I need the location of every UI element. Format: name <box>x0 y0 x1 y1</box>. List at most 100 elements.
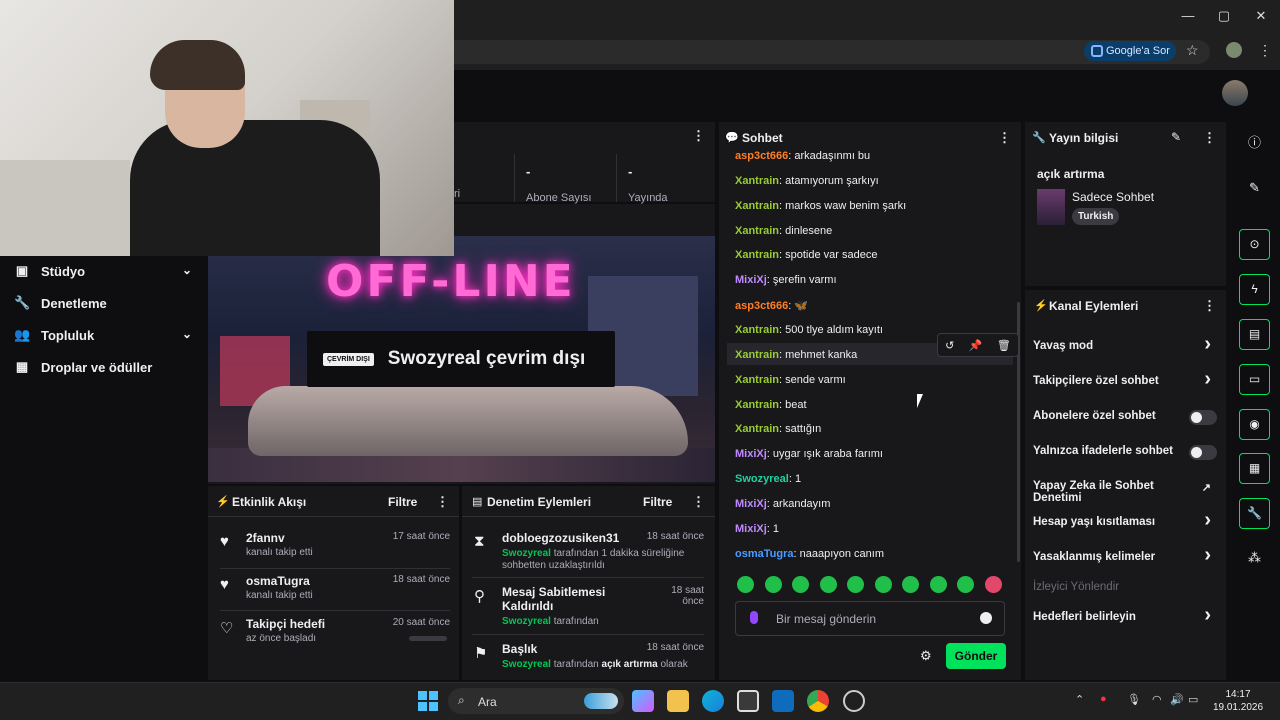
chat-message[interactable]: MixiXj: arkandayım <box>735 498 830 510</box>
chat-message[interactable]: Xantrain: markos waw benim şarkı <box>735 200 906 212</box>
microphone-icon[interactable] <box>750 611 758 624</box>
taskbar-search[interactable]: ⌕ Ara <box>448 688 624 714</box>
lightning-icon[interactable]: ϟ <box>1239 274 1270 305</box>
chat-message[interactable]: osmaTugra: naaapıyon canım <box>735 548 884 560</box>
channel-action-row[interactable]: Yapay Zeka ile Sohbet Denetimi ↗ <box>1033 475 1219 504</box>
activity-menu-icon[interactable]: ⋮ <box>436 494 449 510</box>
clock[interactable]: 14:17 19.01.2026 <box>1210 688 1266 714</box>
channel-action-row[interactable]: Hesap yaşı kısıtlaması › <box>1033 509 1219 535</box>
emote-icon[interactable] <box>847 576 864 593</box>
activity-item[interactable]: ♥ 2fannv kanalı takip etti 17 saat önce <box>220 531 450 565</box>
mod-menu-icon[interactable]: ⋮ <box>692 494 705 510</box>
chat-username[interactable]: MixiXj <box>735 448 767 460</box>
maximize-button[interactable]: ▢ <box>1212 6 1236 26</box>
emote-icon[interactable] <box>819 576 837 593</box>
mod-action-item[interactable]: ⚑ Başlık 18 saat önce Swozyreal tarafınd… <box>472 642 704 674</box>
chat-message[interactable]: Xantrain: spotide var sadece <box>735 249 877 261</box>
chat-icon[interactable]: ▭ <box>1239 364 1270 395</box>
nav-item-community[interactable]: 👥 Topluluk ⌄ <box>14 323 194 347</box>
file-explorer-icon[interactable] <box>667 690 689 712</box>
emote-icon[interactable] <box>792 576 809 593</box>
layout-icon[interactable]: ▦ <box>1239 453 1270 484</box>
chat-username[interactable]: asp3ct666 <box>735 300 788 312</box>
tray-app-icon[interactable]: ● <box>1100 693 1107 705</box>
emote-icon[interactable] <box>764 576 782 593</box>
emote-picker-icon[interactable] <box>980 612 992 624</box>
tag-chip[interactable]: Turkish <box>1072 208 1120 225</box>
emote-icon[interactable] <box>929 576 947 593</box>
stats-menu-icon[interactable]: ⋮ <box>692 128 705 144</box>
chat-message[interactable]: Swozyreal: 1 <box>735 473 801 485</box>
clip-icon[interactable]: ⊙ <box>1239 229 1270 260</box>
broadcast-icon[interactable]: ◉ <box>1239 409 1270 440</box>
channel-action-row[interactable]: İzleyici Yönlendir <box>1033 576 1219 600</box>
minimize-button[interactable]: — <box>1176 6 1200 26</box>
nav-item-studio[interactable]: ▣ Stüdyo ⌄ <box>14 259 194 283</box>
chat-message[interactable]: Xantrain: atamıyorum şarkıyı <box>735 175 879 187</box>
nav-item-moderation[interactable]: 🔧 Denetleme <box>14 291 194 315</box>
activity-item[interactable]: ♥ osmaTugra kanalı takip etti 18 saat ön… <box>220 574 450 608</box>
chat-username[interactable]: Xantrain <box>735 175 779 187</box>
emote-icon[interactable] <box>737 576 754 593</box>
chat-message[interactable]: Xantrain: sende varmı <box>735 374 846 386</box>
category-name[interactable]: Sadece Sohbet <box>1072 190 1154 204</box>
channel-action-row[interactable]: Abonelere özel sohbet <box>1033 405 1219 429</box>
chat-message[interactable]: MixiXj: uygar ışık araba farımı <box>735 448 883 460</box>
mod-filter-button[interactable]: Filtre <box>643 495 672 509</box>
chat-message[interactable]: Xantrain: mehmet kanka <box>735 349 857 361</box>
nav-item-drops[interactable]: ▦ Droplar ve ödüller <box>14 355 194 379</box>
chat-message[interactable]: Xantrain: dinlesene <box>735 225 832 237</box>
edit-icon[interactable]: ✎ <box>1171 130 1181 144</box>
star-icon[interactable]: ☆ <box>1186 42 1199 59</box>
emote-icon[interactable] <box>957 576 974 593</box>
mod-action-item[interactable]: ⚲ Mesaj Sabitlemesi Kaldırıldı 18 saat ö… <box>472 585 704 627</box>
outlook-icon[interactable] <box>772 690 794 712</box>
channel-action-row[interactable]: Yalnızca ifadelerle sohbet <box>1033 440 1219 464</box>
obs-icon[interactable] <box>843 690 865 712</box>
chat-message[interactable]: Xantrain: beat <box>735 399 807 411</box>
activity-filter-button[interactable]: Filtre <box>388 495 417 509</box>
chat-message[interactable]: MixiXj: şerefin varmı <box>735 274 837 286</box>
wrench-icon[interactable]: 🔧 <box>1239 498 1270 529</box>
chat-message[interactable]: MixiXj: 1 <box>735 523 779 535</box>
chat-username[interactable]: Xantrain <box>735 423 779 435</box>
windows-start-icon[interactable] <box>418 691 438 711</box>
copilot-icon[interactable] <box>632 690 654 712</box>
store-icon[interactable] <box>737 690 759 712</box>
toggle-switch[interactable] <box>1189 410 1217 425</box>
chat-username[interactable]: MixiXj <box>735 274 767 286</box>
chat-username[interactable]: Xantrain <box>735 225 779 237</box>
microphone-tray-icon[interactable]: 🎙 <box>1127 693 1141 706</box>
chat-username[interactable]: MixiXj <box>735 523 767 535</box>
channel-action-row[interactable]: Yavaş mod › <box>1033 333 1219 359</box>
profile-avatar[interactable] <box>1226 42 1242 58</box>
emote-icon[interactable] <box>984 576 1002 593</box>
chat-username[interactable]: Xantrain <box>735 324 779 336</box>
activity-item[interactable]: ♡ Takipçi hedefi az önce başladı 20 saat… <box>220 617 450 651</box>
chrome-icon[interactable] <box>807 690 829 712</box>
chat-message[interactable]: asp3ct666: arkadaşınmı bu <box>735 150 870 162</box>
undo-icon[interactable]: ↺ <box>945 339 954 352</box>
send-button[interactable]: Gönder <box>946 643 1006 669</box>
chat-menu-icon[interactable]: ⋮ <box>998 130 1011 146</box>
tray-chevron-icon[interactable]: ⌃ <box>1075 693 1084 706</box>
battery-icon[interactable]: ▭ <box>1188 693 1198 706</box>
close-button[interactable]: ✕ <box>1249 6 1273 26</box>
notes-icon[interactable]: ▤ <box>1239 319 1270 350</box>
info-icon[interactable]: ⓘ <box>1239 127 1270 158</box>
chat-username[interactable]: osmaTugra <box>735 548 793 560</box>
chat-username[interactable]: Xantrain <box>735 349 779 361</box>
chat-username[interactable]: Xantrain <box>735 374 779 386</box>
chat-username[interactable]: MixiXj <box>735 498 767 510</box>
emote-icon[interactable] <box>902 576 919 593</box>
pin-icon[interactable]: 📌 <box>969 339 983 352</box>
delete-icon[interactable]: 🗑 <box>997 339 1011 352</box>
chat-input[interactable] <box>776 610 976 628</box>
emote-icon[interactable] <box>874 576 892 593</box>
google-ask-button[interactable]: Google'a Sor <box>1084 41 1176 61</box>
chat-username[interactable]: asp3ct666 <box>735 150 788 162</box>
edit-icon[interactable]: ✎ <box>1239 172 1270 203</box>
mod-action-item[interactable]: ⧗ dobloegzozusiken31 18 saat önce Swozyr… <box>472 531 704 571</box>
user-avatar[interactable] <box>1222 80 1248 106</box>
volume-icon[interactable]: 🔊 <box>1170 693 1184 706</box>
